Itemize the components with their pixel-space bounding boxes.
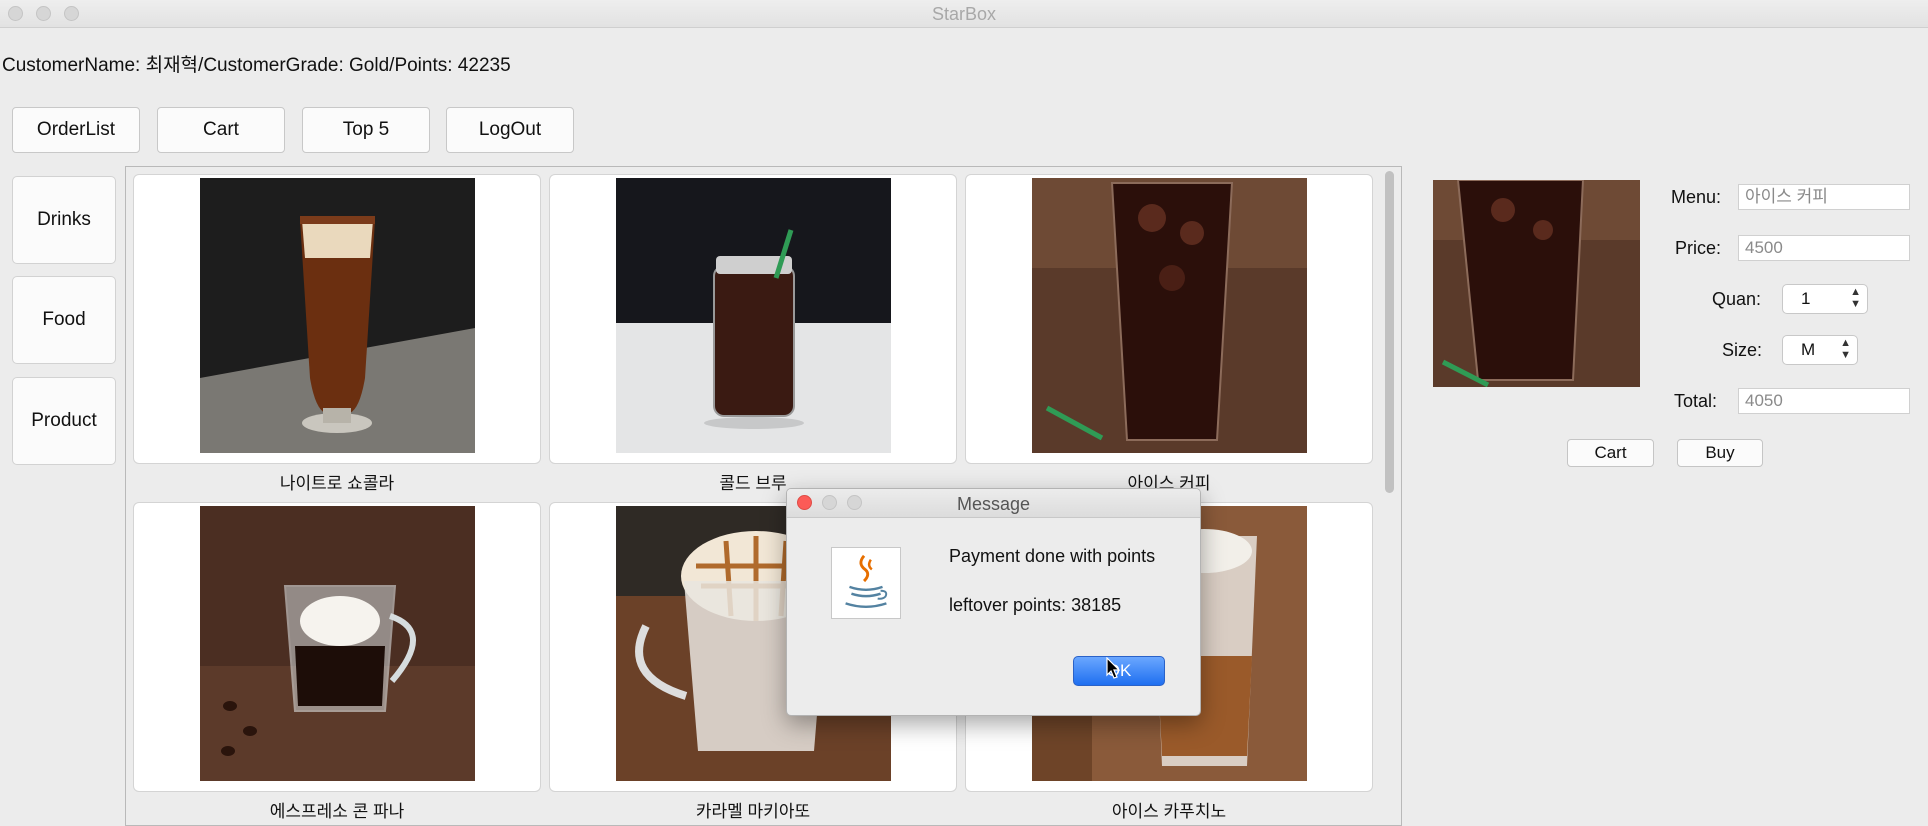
menu-card-cold-brew[interactable] — [549, 174, 957, 464]
orderlist-button[interactable]: OrderList — [12, 107, 140, 153]
quan-label: Quan: — [1712, 289, 1762, 309]
buy-button[interactable]: Buy — [1677, 439, 1763, 467]
menu-item-label: 카라멜 마키아또 — [695, 802, 811, 821]
price-label: Price: — [1675, 238, 1722, 258]
espresso-con-panna-image — [200, 506, 475, 781]
dialog-title-bar: Message — [787, 489, 1200, 518]
dialog-message-line2: leftover points: 38185 — [949, 595, 1122, 615]
product-category-button[interactable]: Product — [12, 377, 116, 465]
spinner-arrows-icon[interactable]: ▲ ▼ — [1850, 286, 1861, 310]
drinks-category-button[interactable]: Drinks — [12, 176, 116, 264]
menu-item-label: 에스프레소 콘 파나 — [269, 802, 405, 821]
menu-grid-panel: 나이트로 쇼콜라 콜드 브루 아이스 커피 에스프레소 콘 파나 카라멜 마키아… — [125, 166, 1402, 826]
logout-button[interactable]: LogOut — [446, 107, 574, 153]
menu-card-espresso-con-panna[interactable] — [133, 502, 541, 792]
price-field[interactable]: 4500 — [1738, 235, 1910, 261]
cart-top-button[interactable]: Cart — [157, 107, 285, 153]
window-title: StarBox — [931, 4, 997, 24]
dialog-title: Message — [956, 494, 1031, 514]
customer-info-label: CustomerName: 최재혁/CustomerGrade: Gold/Po… — [2, 55, 511, 76]
food-category-button[interactable]: Food — [12, 276, 116, 364]
size-label: Size: — [1722, 340, 1763, 360]
mouse-pointer-icon — [1106, 657, 1120, 679]
message-dialog: Message Payment done with points leftove… — [786, 488, 1201, 716]
top5-button[interactable]: Top 5 — [302, 107, 430, 153]
menu-card-iced-coffee[interactable] — [965, 174, 1373, 464]
title-bar: StarBox — [0, 0, 1928, 28]
menu-field[interactable]: 아이스 커피 — [1738, 184, 1910, 210]
selected-item-image — [1433, 180, 1640, 387]
total-label: Total: — [1674, 391, 1718, 411]
menu-label: Menu: — [1671, 187, 1722, 207]
menu-card-nitro-chocolate[interactable] — [133, 174, 541, 464]
cold-brew-image — [616, 178, 891, 453]
spinner-arrows-icon[interactable]: ▲ ▼ — [1840, 337, 1851, 361]
menu-grid-scrollbar[interactable] — [1384, 169, 1396, 824]
menu-item-label: 나이트로 쇼콜라 — [279, 474, 395, 493]
quantity-value: 1 — [1801, 289, 1811, 308]
size-value: M — [1801, 340, 1816, 359]
total-field[interactable]: 4050 — [1738, 388, 1910, 414]
size-selector[interactable]: M ▲ ▼ — [1782, 335, 1858, 365]
dialog-message-line1: Payment done with points — [949, 546, 1156, 566]
add-to-cart-button[interactable]: Cart — [1567, 439, 1654, 467]
nitro-chocolate-image — [200, 178, 475, 453]
scrollbar-thumb[interactable] — [1385, 171, 1394, 493]
java-coffee-cup-icon — [831, 547, 901, 619]
quantity-spinner[interactable]: 1 ▲ ▼ — [1782, 284, 1868, 314]
iced-coffee-image — [1032, 178, 1307, 453]
menu-item-label: 아이스 카푸치노 — [1111, 802, 1227, 821]
